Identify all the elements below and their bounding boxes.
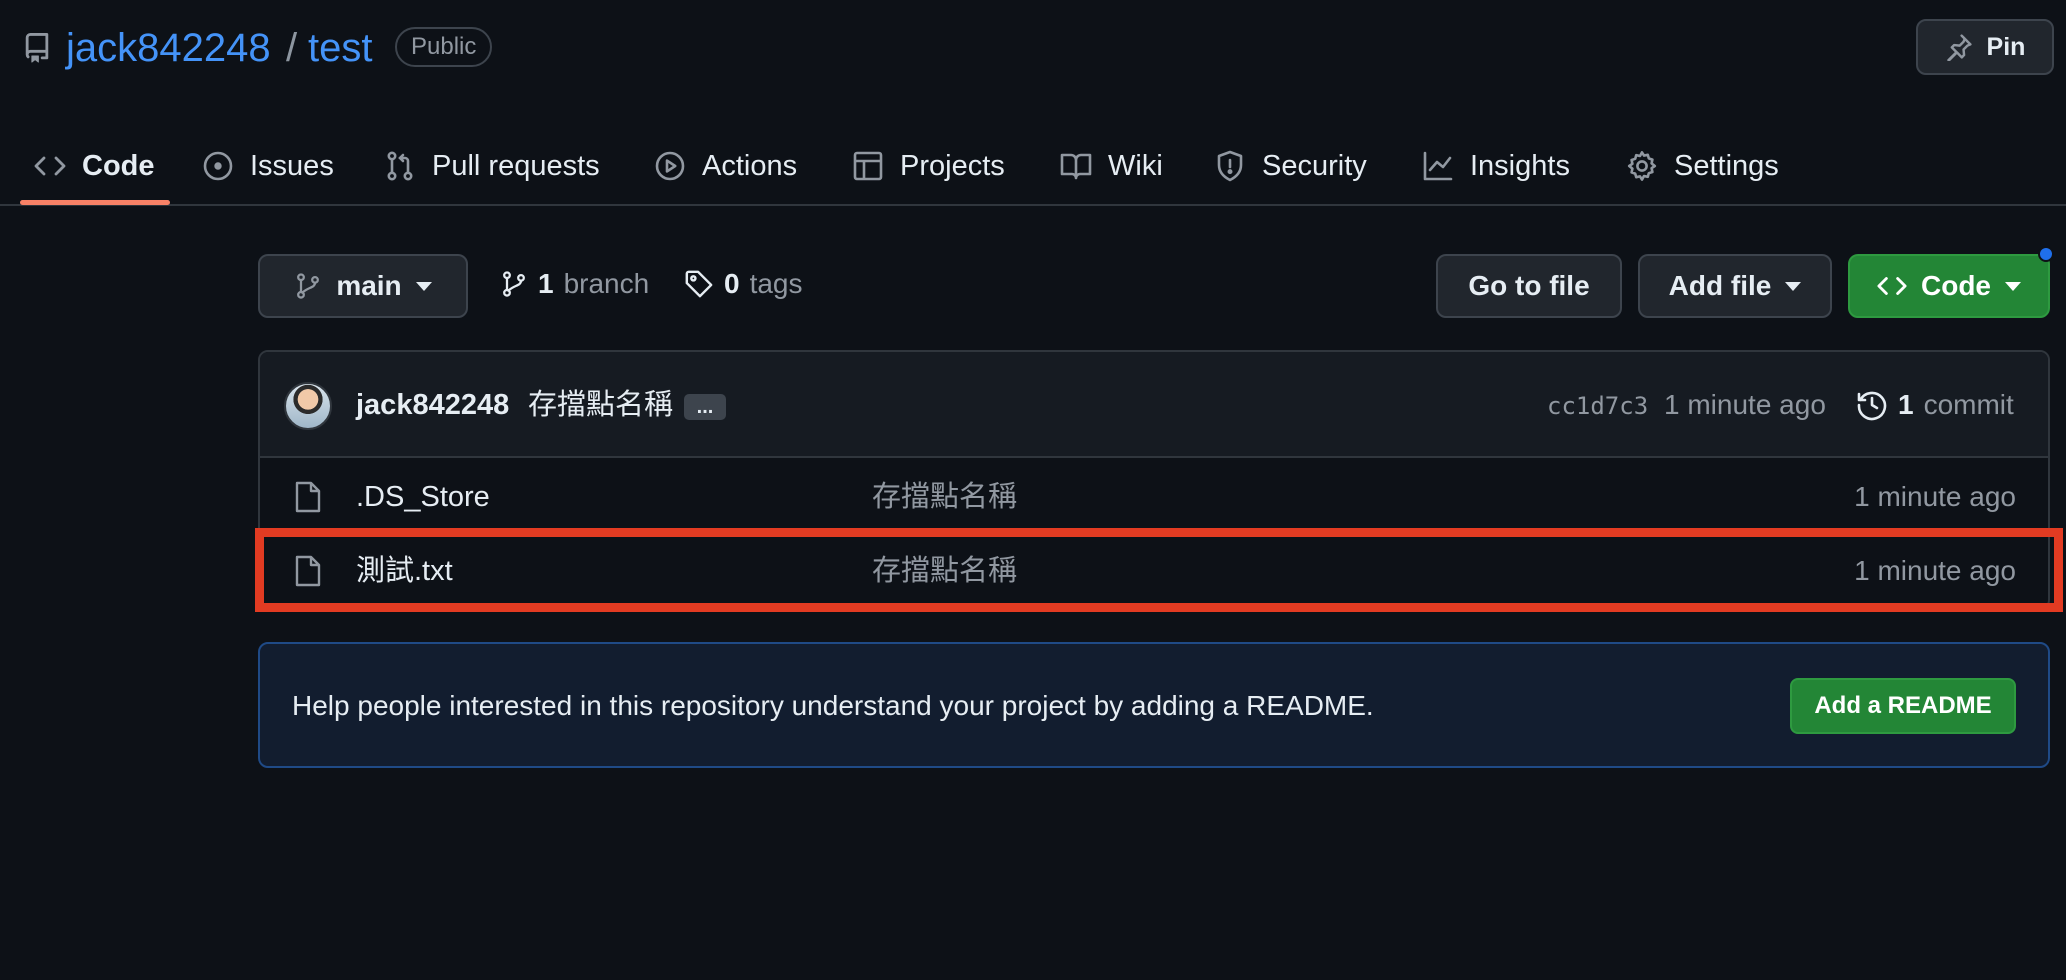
commit-count: 1 — [1898, 389, 1914, 420]
code-button-label: Code — [1921, 270, 1991, 301]
file-name-link[interactable]: 測試.txt — [356, 550, 453, 592]
tab-pull-requests-label: Pull requests — [432, 149, 600, 182]
add-readme-button[interactable]: Add a README — [1790, 678, 2016, 734]
play-icon — [655, 151, 685, 181]
active-tab-indicator — [20, 200, 170, 205]
tab-pull-requests[interactable]: Pull requests — [384, 128, 600, 204]
tag-count: 0 — [724, 268, 740, 299]
notification-dot — [2038, 246, 2054, 262]
commit-history-link[interactable]: 1 commit — [1856, 380, 2014, 430]
tab-issues[interactable]: Issues — [202, 128, 334, 204]
tab-wiki[interactable]: Wiki — [1060, 128, 1163, 204]
git-branch-icon — [297, 273, 320, 299]
add-file-button[interactable]: Add file — [1638, 254, 1832, 318]
tab-settings[interactable]: Settings — [1626, 128, 1779, 204]
tab-code-label: Code — [82, 149, 155, 182]
commit-message-link[interactable]: 存擋點名稱 — [528, 382, 673, 428]
branch-name: main — [336, 270, 402, 301]
tab-actions-label: Actions — [702, 149, 798, 182]
gear-icon — [1627, 151, 1657, 181]
file-list: jack842248 存擋點名稱 ... cc1d7c3 1 minute ag… — [258, 350, 2050, 610]
issue-opened-icon — [203, 151, 233, 181]
shield-icon — [1217, 150, 1243, 182]
repo-owner-link[interactable]: jack842248 — [66, 22, 271, 74]
branches-link[interactable]: 1 branch — [500, 252, 649, 316]
chevron-down-icon — [415, 281, 432, 291]
repo-header: jack842248 / test Public Pin — [0, 0, 2066, 100]
file-commit-time: 1 minute ago — [1854, 555, 2016, 586]
file-icon — [295, 555, 321, 587]
chevron-down-icon — [1785, 281, 1802, 291]
tab-code[interactable]: Code — [34, 128, 155, 204]
tag-icon — [685, 270, 713, 298]
tab-issues-label: Issues — [250, 149, 334, 182]
branch-select-button[interactable]: main — [258, 254, 468, 318]
file-commit-message[interactable]: 存擋點名稱 — [872, 476, 1017, 518]
git-pull-request-icon — [387, 151, 413, 181]
git-branch-icon — [503, 271, 525, 297]
add-file-label: Add file — [1668, 270, 1772, 301]
tab-projects[interactable]: Projects — [852, 128, 1005, 204]
commit-count-label: commit — [1923, 389, 2014, 420]
file-icon — [295, 481, 321, 513]
repo-tabnav: Code Issues Pull requests Actions Projec… — [0, 128, 2066, 206]
file-name-link[interactable]: .DS_Store — [356, 476, 490, 518]
commit-time: 1 minute ago — [1664, 389, 1826, 420]
latest-commit-bar: jack842248 存擋點名稱 ... cc1d7c3 1 minute ag… — [260, 352, 2048, 458]
tab-settings-label: Settings — [1674, 149, 1779, 182]
commit-author-link[interactable]: jack842248 — [356, 382, 509, 428]
go-to-file-button[interactable]: Go to file — [1436, 254, 1622, 318]
tab-security[interactable]: Security — [1214, 128, 1367, 204]
tab-actions[interactable]: Actions — [654, 128, 797, 204]
readme-prompt-banner: Help people interested in this repositor… — [258, 642, 2050, 768]
tab-insights[interactable]: Insights — [1422, 128, 1570, 204]
readme-prompt-text: Help people interested in this repositor… — [292, 690, 1374, 721]
commit-sha-link[interactable]: cc1d7c3 — [1547, 386, 1648, 426]
repo-icon — [25, 33, 49, 63]
tab-wiki-label: Wiki — [1108, 149, 1163, 182]
tab-security-label: Security — [1262, 149, 1367, 182]
file-commit-message[interactable]: 存擋點名稱 — [872, 550, 1017, 592]
tab-projects-label: Projects — [900, 149, 1005, 182]
repo-name-link[interactable]: test — [308, 22, 372, 74]
code-icon — [34, 156, 66, 176]
table-icon — [853, 151, 883, 181]
pin-button[interactable]: Pin — [1916, 19, 2054, 75]
go-to-file-label: Go to file — [1468, 270, 1590, 301]
visibility-badge: Public — [395, 27, 493, 67]
history-icon — [1857, 391, 1887, 421]
commit-expand-button[interactable]: ... — [684, 394, 726, 420]
pin-label: Pin — [1986, 32, 2026, 61]
branch-count: 1 — [538, 268, 554, 299]
file-commit-time: 1 minute ago — [1854, 481, 2016, 512]
path-separator: / — [286, 26, 298, 70]
avatar[interactable] — [284, 382, 332, 430]
graph-icon — [1423, 151, 1453, 181]
file-row[interactable]: 測試.txt 存擋點名稱 1 minute ago — [260, 534, 2048, 608]
pin-icon — [1946, 34, 1972, 61]
book-icon — [1060, 153, 1092, 180]
tags-link[interactable]: 0 tags — [684, 252, 803, 316]
tab-insights-label: Insights — [1470, 149, 1570, 182]
tag-label: tags — [749, 268, 803, 299]
code-icon — [1877, 277, 1907, 295]
chevron-down-icon — [2005, 281, 2021, 291]
code-dropdown-button[interactable]: Code — [1848, 254, 2050, 318]
branch-label: branch — [563, 268, 650, 299]
file-row[interactable]: .DS_Store 存擋點名稱 1 minute ago — [260, 460, 2048, 534]
